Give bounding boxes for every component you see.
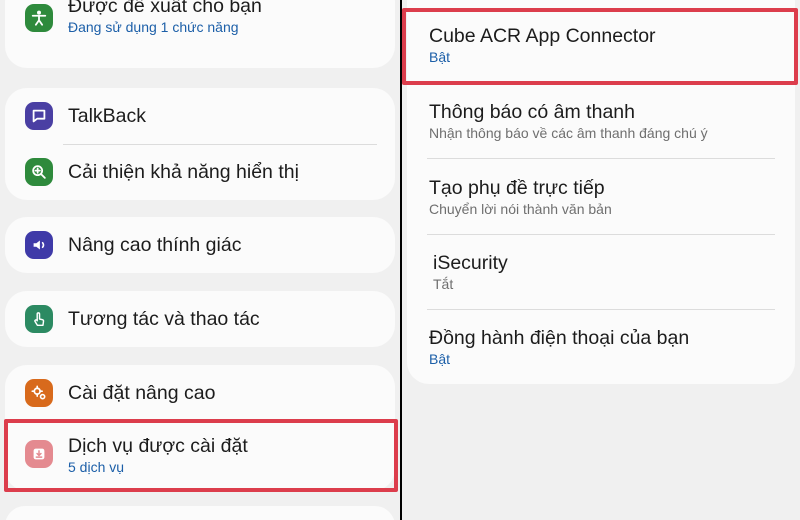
service-item-phone-companion[interactable]: Đồng hành điện thoại của bạn Bật	[429, 326, 785, 368]
accessibility-person-icon	[25, 4, 53, 32]
item-subtitle: Đang sử dụng 1 chức năng	[68, 19, 239, 35]
settings-item-hearing[interactable]: Nâng cao thính giác	[5, 217, 395, 273]
item-subtitle: Nhận thông báo về các âm thanh đáng chú …	[429, 125, 708, 141]
service-item-sound-notifications[interactable]: Thông báo có âm thanh Nhận thông báo về …	[429, 100, 785, 142]
hearing-volume-icon	[25, 231, 53, 259]
settings-item-talkback[interactable]: TalkBack	[5, 88, 395, 144]
item-title: Đồng hành điện thoại của bạn	[429, 327, 690, 349]
touch-hand-icon	[25, 305, 53, 333]
highlight-cube-acr	[402, 8, 798, 85]
advanced-gears-icon	[25, 379, 53, 407]
service-item-isecurity[interactable]: iSecurity Tắt	[433, 251, 785, 293]
item-subtitle: Tắt	[433, 276, 454, 292]
item-subtitle: Bật	[429, 351, 451, 367]
item-title: TalkBack	[68, 105, 147, 127]
service-item-live-caption[interactable]: Tạo phụ đề trực tiếp Chuyển lời nói thàn…	[429, 176, 785, 218]
settings-item-advanced[interactable]: Cài đặt nâng cao	[5, 365, 395, 421]
settings-item-interaction[interactable]: Tương tác và thao tác	[5, 291, 395, 347]
divider	[427, 234, 775, 235]
magnify-plus-icon	[25, 158, 53, 186]
next-card	[5, 506, 395, 520]
highlight-installed-services	[4, 419, 398, 492]
settings-item-recommended[interactable]: Được đề xuất cho bạn Đang sử dụng 1 chức…	[5, 0, 395, 68]
item-title: Cài đặt nâng cao	[68, 382, 216, 404]
divider	[427, 309, 775, 310]
hearing-card: Nâng cao thính giác	[5, 217, 395, 273]
divider	[427, 158, 775, 159]
recommended-card: Được đề xuất cho bạn Đang sử dụng 1 chức…	[5, 0, 395, 68]
item-title: Cải thiện khả năng hiển thị	[68, 161, 299, 183]
interaction-card: Tương tác và thao tác	[5, 291, 395, 347]
right-installed-services-panel: Cube ACR App Connector Bật Thông báo có …	[402, 0, 800, 520]
settings-item-visibility[interactable]: Cải thiện khả năng hiển thị	[5, 144, 395, 200]
item-title: iSecurity	[433, 252, 508, 274]
item-subtitle: Chuyển lời nói thành văn bản	[429, 201, 612, 217]
item-title: Tạo phụ đề trực tiếp	[429, 177, 605, 199]
item-title: Thông báo có âm thanh	[429, 101, 635, 123]
item-title: Tương tác và thao tác	[68, 308, 260, 330]
left-settings-panel: Được đề xuất cho bạn Đang sử dụng 1 chức…	[0, 0, 400, 520]
item-title: Được đề xuất cho bạn	[68, 0, 262, 17]
talkback-speech-icon	[25, 102, 53, 130]
item-title: Nâng cao thính giác	[68, 234, 242, 256]
vision-card: TalkBack Cải thiện khả năng hiển thị	[5, 88, 395, 200]
